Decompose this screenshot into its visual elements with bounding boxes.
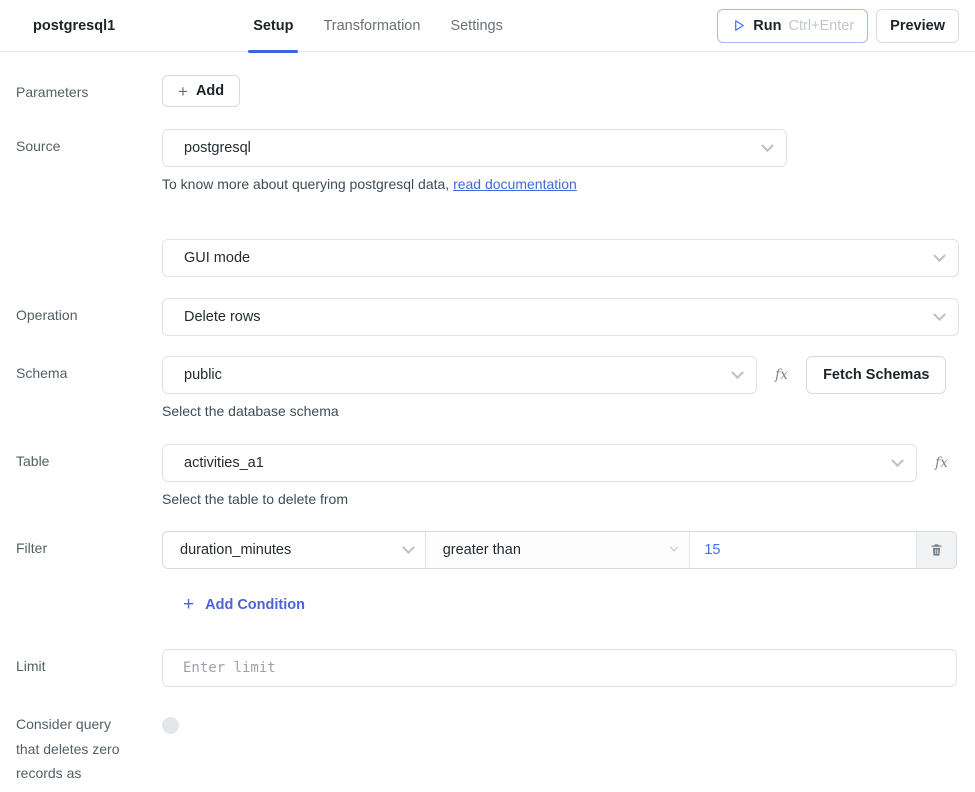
table-help-text: Select the table to delete from [162, 491, 959, 507]
tab-setup[interactable]: Setup [238, 0, 308, 52]
fx-icon[interactable]: fx [775, 367, 788, 383]
chevron-down-icon [670, 543, 678, 551]
chevron-down-icon [761, 139, 774, 152]
schema-label: Schema [16, 356, 162, 419]
delete-condition-button[interactable] [917, 532, 956, 568]
schema-help-text: Select the database schema [162, 403, 959, 419]
source-help-text: To know more about querying postgresql d… [162, 176, 959, 192]
zero-records-toggle[interactable] [162, 717, 179, 734]
filter-operator-select[interactable]: greater than [426, 532, 691, 568]
zero-records-label: Consider query that deletes zero records… [16, 711, 121, 792]
run-button[interactable]: Run Ctrl+Enter [717, 9, 868, 43]
preview-button[interactable]: Preview [876, 9, 959, 43]
add-parameter-label: Add [196, 83, 224, 99]
parameters-label: Parameters [16, 75, 162, 107]
table-row: Table activities_a1 fx Select the table … [16, 444, 959, 507]
operation-select-value: Delete rows [184, 309, 935, 325]
chevron-down-icon [891, 454, 904, 467]
source-select-value: postgresql [184, 140, 763, 156]
run-label: Run [753, 18, 781, 34]
read-documentation-link[interactable]: read documentation [453, 176, 577, 192]
source-label: Source [16, 129, 162, 192]
filter-condition: duration_minutes greater than [162, 531, 957, 569]
chevron-down-icon [933, 249, 946, 262]
filter-value-input[interactable] [690, 532, 916, 568]
limit-label: Limit [16, 649, 162, 687]
table-select[interactable]: activities_a1 [162, 444, 917, 482]
chevron-down-icon [731, 366, 744, 379]
fx-icon[interactable]: fx [935, 455, 948, 471]
trash-icon [929, 542, 944, 558]
source-select[interactable]: postgresql [162, 129, 787, 167]
limit-input[interactable] [162, 649, 957, 687]
operation-label: Operation [16, 298, 162, 336]
filter-operator-value: greater than [443, 542, 672, 558]
filter-label: Filter [16, 531, 162, 615]
tab-settings[interactable]: Settings [435, 0, 517, 52]
play-icon [731, 18, 746, 33]
header-tabs: Setup Transformation Settings [238, 0, 518, 52]
plus-icon: + [183, 595, 194, 614]
mode-select[interactable]: GUI mode [162, 239, 959, 277]
mode-row: GUI mode [16, 239, 959, 277]
operation-row: Operation Delete rows [16, 298, 959, 336]
add-condition-label: Add Condition [205, 597, 305, 613]
filter-value-cell [690, 532, 917, 568]
zero-records-row: Consider query that deletes zero records… [16, 711, 959, 792]
query-header: postgresql1 Setup Transformation Setting… [0, 0, 975, 52]
table-label: Table [16, 444, 162, 507]
filter-column-value: duration_minutes [180, 542, 404, 558]
operation-select[interactable]: Delete rows [162, 298, 959, 336]
filter-column-select[interactable]: duration_minutes [163, 532, 426, 568]
filter-row: Filter duration_minutes greater than [16, 531, 959, 615]
header-actions: Run Ctrl+Enter Preview [717, 9, 959, 43]
run-shortcut: Ctrl+Enter [788, 18, 854, 34]
schema-row: Schema public fx Fetch Schemas Select th… [16, 356, 959, 419]
add-parameter-button[interactable]: + Add [162, 75, 240, 107]
preview-label: Preview [890, 18, 945, 34]
fetch-schemas-button[interactable]: Fetch Schemas [806, 356, 946, 394]
schema-select[interactable]: public [162, 356, 757, 394]
mode-select-value: GUI mode [184, 250, 935, 266]
limit-row: Limit [16, 649, 959, 687]
query-name: postgresql1 [33, 18, 115, 34]
parameters-row: Parameters + Add [16, 75, 959, 107]
source-help-prefix: To know more about querying postgresql d… [162, 176, 453, 192]
query-setup-form: Parameters + Add Source postgresql To kn… [0, 75, 975, 792]
tab-transformation[interactable]: Transformation [308, 0, 435, 52]
plus-icon: + [178, 83, 188, 100]
add-condition-button[interactable]: + Add Condition [183, 595, 305, 614]
table-select-value: activities_a1 [184, 455, 893, 471]
source-row: Source postgresql To know more about que… [16, 129, 959, 192]
schema-select-value: public [184, 367, 733, 383]
chevron-down-icon [933, 308, 946, 321]
chevron-down-icon [402, 541, 415, 554]
